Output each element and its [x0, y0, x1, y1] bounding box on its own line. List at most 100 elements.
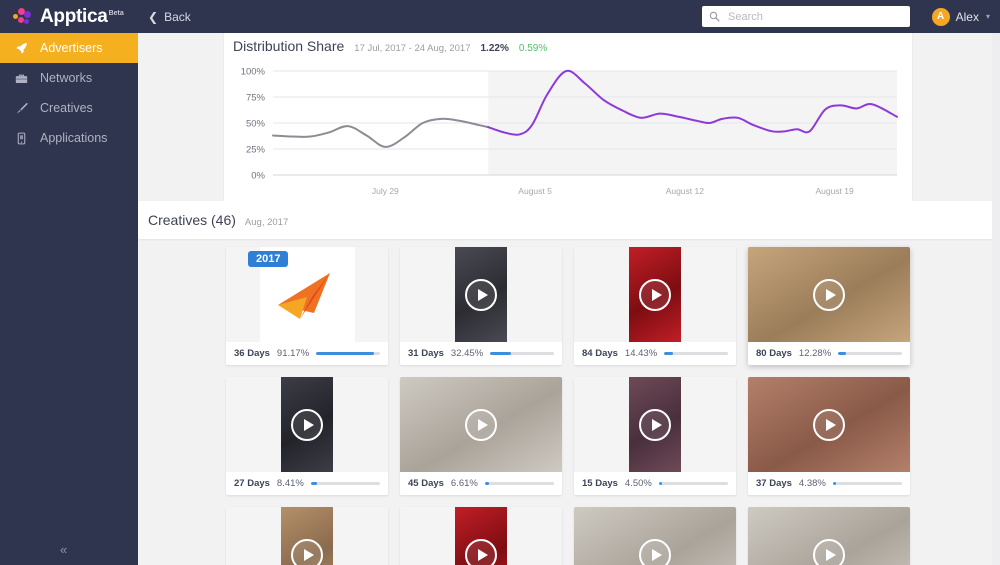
creative-thumbnail[interactable]	[400, 247, 562, 342]
svg-text:25%: 25%	[246, 145, 266, 156]
creative-days-label: 37 Days	[756, 478, 792, 489]
progressbar-fill	[490, 352, 511, 355]
avatar: A	[931, 7, 950, 26]
creative-thumbnail[interactable]	[574, 247, 736, 342]
sidebar-item-advertisers[interactable]: Advertisers	[0, 33, 138, 63]
creative-media	[629, 247, 681, 342]
creative-media	[455, 247, 507, 342]
user-name-label: Alex	[955, 9, 979, 24]
creative-card[interactable]: 15 Days 4.50%	[574, 377, 736, 495]
back-button[interactable]: ❮ Back	[148, 0, 191, 33]
play-button-icon[interactable]	[291, 538, 323, 565]
chart-header: Distribution Share 17 Jul, 2017 - 24 Aug…	[233, 38, 547, 54]
creative-thumbnail[interactable]	[748, 507, 910, 565]
creative-thumbnail[interactable]	[226, 507, 388, 565]
play-button-icon[interactable]	[639, 408, 671, 441]
user-menu[interactable]: A Alex ▾	[931, 0, 990, 33]
creative-card[interactable]: 2017 36 Days 91.17%	[226, 247, 388, 365]
year-badge: 2017	[248, 251, 289, 267]
svg-text:August 5: August 5	[518, 186, 552, 196]
play-button-icon[interactable]	[813, 538, 845, 565]
creative-share-progressbar	[664, 352, 728, 355]
creative-share-progressbar	[658, 482, 728, 485]
play-button-icon[interactable]	[813, 278, 845, 311]
creative-meta: 27 Days 8.41%	[226, 472, 388, 495]
creative-thumbnail[interactable]	[748, 377, 910, 472]
sidebar-item-label: Advertisers	[40, 41, 103, 55]
creative-card[interactable]: 84 Days 14.43%	[574, 247, 736, 365]
creative-thumbnail[interactable]: 2017	[226, 247, 388, 342]
sidebar-collapse-button[interactable]: «	[60, 542, 67, 557]
distribution-share-card: Distribution Share 17 Jul, 2017 - 24 Aug…	[224, 33, 912, 225]
back-button-label: Back	[164, 9, 191, 24]
play-button-icon[interactable]	[465, 408, 497, 441]
play-button-icon[interactable]	[639, 278, 671, 311]
distribution-share-line-chart[interactable]: 100% 75% 50% 25% 0% July 29 August 5 August 12 A…	[233, 63, 903, 215]
app-logo[interactable]: AppticaBeta	[13, 0, 124, 33]
sidebar-item-creatives[interactable]: Creatives	[0, 93, 138, 123]
svg-text:50%: 50%	[246, 119, 266, 130]
creative-meta: 45 Days 6.61%	[400, 472, 562, 495]
chart-title: Distribution Share	[233, 38, 345, 54]
creative-card[interactable]	[748, 507, 910, 565]
svg-text:0%: 0%	[251, 171, 265, 182]
creative-meta: 36 Days 91.17%	[226, 342, 388, 365]
creative-days-label: 84 Days	[582, 348, 618, 359]
creative-media	[629, 377, 681, 472]
creative-card[interactable]: 45 Days 6.61%	[400, 377, 562, 495]
mobile-icon	[14, 131, 28, 145]
creative-card[interactable]: 31 Days 32.45%	[400, 247, 562, 365]
creative-percent-label: 91.17%	[276, 348, 310, 359]
creative-card[interactable]	[574, 507, 736, 565]
creative-days-label: 80 Days	[756, 348, 792, 359]
apptica-logo-icon	[13, 7, 33, 27]
progressbar-fill	[658, 482, 662, 485]
play-button-icon[interactable]	[813, 408, 845, 441]
chart-date-range: 17 Jul, 2017 - 24 Aug, 2017	[354, 43, 471, 54]
creative-media	[400, 377, 562, 472]
sidebar-item-networks[interactable]: Networks	[0, 63, 138, 93]
sidebar: Advertisers Networks Creatives Applications…	[0, 33, 138, 565]
creative-share-progressbar	[832, 482, 902, 485]
creative-days-label: 45 Days	[408, 478, 444, 489]
creative-thumbnail[interactable]	[400, 377, 562, 472]
svg-text:August 12: August 12	[666, 186, 705, 196]
creative-thumbnail[interactable]	[226, 377, 388, 472]
chevron-down-icon: ▾	[985, 12, 990, 21]
sidebar-item-applications[interactable]: Applications	[0, 123, 138, 153]
rocket-icon	[14, 41, 28, 55]
search-field-wrapper[interactable]	[702, 6, 910, 27]
play-button-icon[interactable]	[639, 538, 671, 565]
brand-name-text: Apptica	[40, 6, 108, 27]
svg-text:100%: 100%	[241, 67, 266, 78]
sidebar-item-label: Applications	[40, 131, 108, 145]
creative-thumbnail[interactable]	[748, 247, 910, 342]
creative-card[interactable]	[226, 507, 388, 565]
brush-icon	[14, 101, 28, 115]
briefcase-icon	[14, 71, 28, 85]
creative-card[interactable]	[400, 507, 562, 565]
creative-media	[281, 377, 333, 472]
creative-meta: 15 Days 4.50%	[574, 472, 736, 495]
creative-days-label: 36 Days	[234, 348, 270, 359]
play-button-icon[interactable]	[465, 538, 497, 565]
creative-thumbnail[interactable]	[574, 507, 736, 565]
search-input[interactable]	[726, 6, 903, 27]
play-button-icon[interactable]	[291, 408, 323, 441]
top-header-bar: AppticaBeta ❮ Back A Alex ▾	[0, 0, 1000, 33]
creative-days-label: 31 Days	[408, 348, 444, 359]
creative-card[interactable]: 37 Days 4.38%	[748, 377, 910, 495]
creatives-panel-header: Creatives (46) Aug, 2017	[138, 201, 1000, 239]
creative-media	[455, 507, 507, 565]
creative-percent-label: 4.50%	[624, 478, 652, 489]
creative-thumbnail[interactable]	[400, 507, 562, 565]
creative-share-progressbar	[316, 352, 380, 355]
creative-card[interactable]: 80 Days 12.28%	[748, 247, 910, 365]
creative-percent-label: 6.61%	[450, 478, 478, 489]
creative-thumbnail[interactable]	[574, 377, 736, 472]
creative-days-label: 27 Days	[234, 478, 270, 489]
svg-text:July 29: July 29	[372, 186, 399, 196]
page-scrollbar[interactable]	[992, 33, 1000, 565]
creative-card[interactable]: 27 Days 8.41%	[226, 377, 388, 495]
play-button-icon[interactable]	[465, 278, 497, 311]
